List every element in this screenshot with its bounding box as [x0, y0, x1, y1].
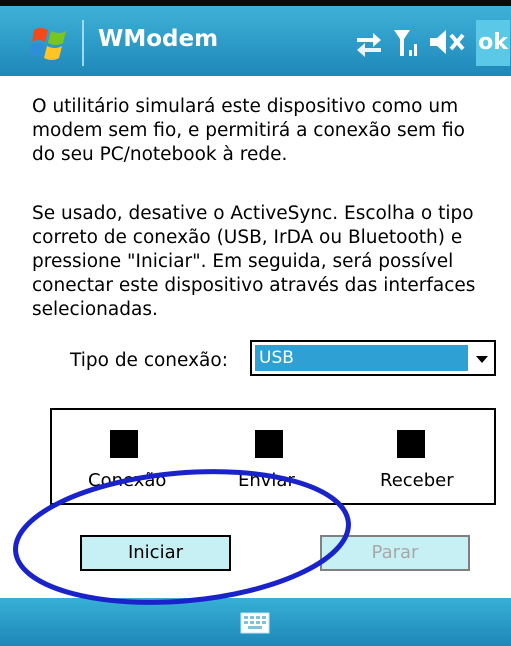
connection-status-label: Conexão [88, 470, 167, 491]
volume-muted-icon[interactable] [428, 24, 468, 60]
status-panel: Conexão Enviar Receber [50, 408, 496, 505]
receive-status-label: Receber [380, 470, 454, 491]
connection-indicator [110, 430, 138, 458]
title-separator [82, 20, 84, 66]
description-paragraph-1: O utilitário simulará este dispositivo c… [32, 96, 465, 165]
title-bar: WModem ok [0, 0, 511, 76]
receive-indicator [397, 430, 425, 458]
description-paragraph-2: Se usado, desative o ActiveSync. Escolha… [32, 203, 476, 320]
signal-icon[interactable] [392, 24, 422, 60]
stop-button[interactable]: Parar [320, 535, 470, 571]
start-button[interactable]: Iniciar [80, 535, 231, 571]
connection-type-label: Tipo de conexão: [70, 350, 228, 371]
app-title: WModem [98, 26, 219, 52]
connection-type-value: USB [255, 345, 468, 371]
send-status-label: Enviar [238, 470, 295, 491]
chevron-down-icon[interactable] [475, 348, 489, 370]
bottom-bar [0, 598, 511, 646]
send-indicator [255, 430, 283, 458]
ok-button[interactable]: ok [476, 20, 510, 66]
connectivity-icon[interactable] [353, 24, 385, 60]
keyboard-icon[interactable] [240, 612, 270, 634]
windows-logo-icon[interactable] [30, 22, 74, 66]
connection-type-select[interactable]: USB [250, 340, 496, 376]
